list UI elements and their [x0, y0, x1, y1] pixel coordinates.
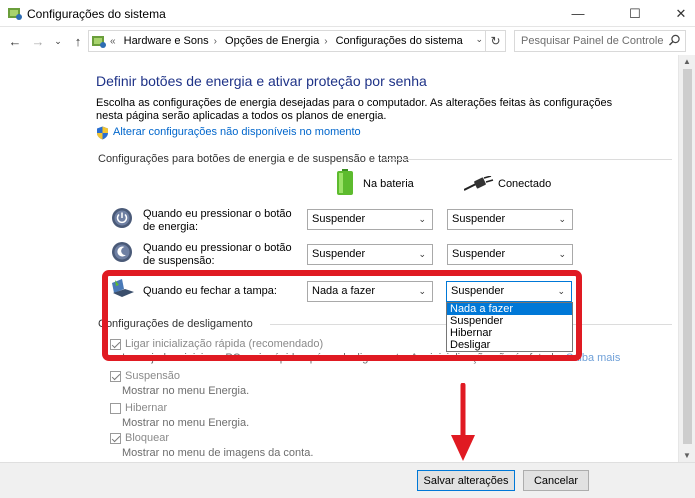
sleep-button-plugged-select[interactable]: Suspender ⌄	[447, 244, 573, 265]
select-value: Suspender	[312, 248, 366, 260]
chevron-down-icon: ⌄	[558, 214, 566, 224]
chevron-down-icon: ⌄	[418, 214, 426, 224]
chevron-down-icon[interactable]: ⌄	[475, 34, 483, 45]
battery-icon	[337, 169, 353, 195]
save-changes-button[interactable]: Salvar alterações	[417, 470, 515, 491]
minimize-button[interactable]: —	[555, 0, 601, 27]
lock-checkbox[interactable]	[110, 433, 121, 444]
breadcrumb-overflow[interactable]: «	[110, 36, 116, 47]
lid-close-dropdown-list: Nada a fazer Suspender Hibernar Desligar	[446, 302, 573, 352]
cancel-button[interactable]: Cancelar	[523, 470, 589, 491]
page-title: Definir botões de energia e ativar prote…	[96, 73, 427, 89]
lock-label: Bloquear	[125, 432, 170, 444]
sleep-desc: Mostrar no menu Energia.	[122, 385, 250, 397]
maximize-button[interactable]: ☐	[612, 0, 658, 27]
red-arrow-icon	[451, 383, 475, 461]
chevron-right-icon[interactable]: ›	[324, 36, 327, 47]
title-bar: Configurações do sistema — ☐ ✕	[0, 0, 695, 27]
chevron-down-icon: ⌄	[418, 249, 426, 259]
power-button-label: Quando eu pressionar o botão de energia:	[143, 208, 292, 233]
select-value: Suspender	[452, 213, 506, 225]
address-bar: ← → ⌄ ↑ « Hardware e Sons › Opções de Ene…	[0, 28, 695, 54]
scroll-up-icon[interactable]: ▲	[683, 57, 691, 66]
breadcrumb: « Hardware e Sons › Opções de Energia › Co…	[110, 35, 468, 47]
breadcrumb-power-options[interactable]: Opções de Energia	[225, 35, 319, 47]
back-arrow-icon[interactable]: ←	[6, 32, 24, 50]
forward-arrow-icon[interactable]: →	[29, 32, 47, 50]
breadcrumb-hardware[interactable]: Hardware e Sons	[124, 35, 209, 47]
change-unavailable-settings-link[interactable]: Alterar configurações não disponíveis no…	[113, 126, 361, 138]
column-header-plugged: Conectado	[498, 178, 552, 190]
close-button[interactable]: ✕	[658, 0, 695, 27]
uac-shield-icon	[97, 126, 108, 140]
option-do-nothing[interactable]: Nada a fazer	[447, 303, 572, 315]
search-icon[interactable]	[668, 34, 681, 47]
breadcrumb-system-settings[interactable]: Configurações do sistema	[336, 35, 463, 47]
sleep-button-label: Quando eu pressionar o botão de suspensã…	[143, 242, 292, 267]
section-divider	[384, 159, 672, 160]
vertical-scrollbar[interactable]: ▲ ▼	[678, 55, 695, 462]
column-header-battery: Na bateria	[363, 178, 414, 190]
sleep-label: Suspensão	[125, 370, 181, 382]
select-value: Suspender	[312, 213, 366, 225]
power-plug-icon	[464, 176, 494, 191]
option-hibernate[interactable]: Hibernar	[447, 327, 572, 339]
power-button-battery-select[interactable]: Suspender ⌄	[307, 209, 433, 230]
footer-bar	[0, 462, 695, 498]
sleep-button-battery-select[interactable]: Suspender ⌄	[307, 244, 433, 265]
option-sleep[interactable]: Suspender	[447, 315, 572, 327]
sleep-button-icon	[112, 242, 132, 262]
hibernate-label: Hibernar	[125, 402, 168, 414]
select-value: Suspender	[452, 248, 506, 260]
intro-text: Escolha as configurações de energia dese…	[96, 97, 613, 122]
hibernate-desc: Mostrar no menu Energia.	[122, 417, 250, 429]
recent-chevron-down-icon[interactable]: ⌄	[49, 32, 67, 50]
section-title-buttons: Configurações para botões de energia e d…	[98, 153, 409, 165]
refresh-icon[interactable]: ↻	[485, 31, 505, 51]
sleep-checkbox[interactable]	[110, 371, 121, 382]
power-button-plugged-select[interactable]: Suspender ⌄	[447, 209, 573, 230]
hibernate-checkbox[interactable]	[110, 403, 121, 414]
chevron-right-icon[interactable]: ›	[214, 36, 217, 47]
address-field[interactable]: « Hardware e Sons › Opções de Energia › Co…	[88, 30, 506, 52]
window-title: Configurações do sistema	[27, 7, 166, 21]
control-panel-icon	[8, 8, 22, 20]
up-arrow-icon[interactable]: ↑	[69, 32, 87, 50]
search-placeholder: Pesquisar Painel de Controle	[521, 35, 664, 47]
lock-desc: Mostrar no menu de imagens da conta.	[122, 447, 314, 459]
control-panel-icon	[92, 36, 106, 48]
chevron-down-icon: ⌄	[558, 249, 566, 259]
search-input[interactable]: Pesquisar Painel de Controle	[514, 30, 686, 52]
option-shutdown[interactable]: Desligar	[447, 339, 572, 351]
power-button-icon	[112, 208, 132, 228]
scrollbar-thumb[interactable]	[683, 69, 692, 444]
scroll-down-icon[interactable]: ▼	[683, 451, 691, 460]
